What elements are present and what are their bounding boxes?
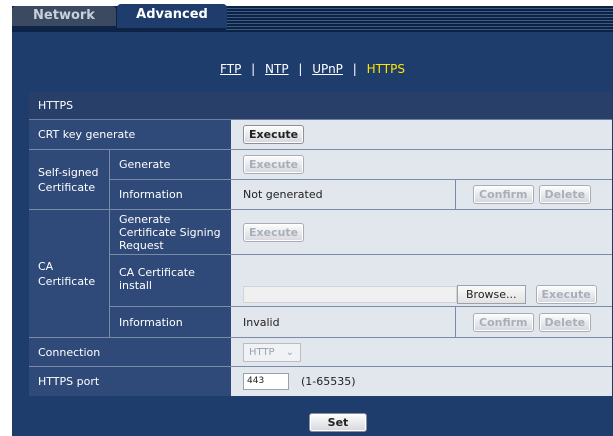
separator: | <box>352 62 357 76</box>
ca-info-row: Information Invalid Confirm Delete <box>109 307 612 337</box>
connection-selected-value: HTTP <box>249 346 275 358</box>
crt-key-label: CRT key generate <box>29 120 231 149</box>
section-title: HTTPS <box>29 92 612 120</box>
https-port-label: HTTPS port <box>29 367 231 396</box>
self-signed-info-label: Information <box>109 180 231 209</box>
self-signed-label: Self-signed Certificate <box>29 150 109 209</box>
ca-delete-button[interactable]: Delete <box>538 312 592 332</box>
ca-install-value: Browse... Execute <box>231 255 612 306</box>
https-port-value: 443 (1-65535) <box>231 367 612 396</box>
crt-key-value: Execute <box>231 120 612 149</box>
self-signed-generate-label: Generate <box>109 150 231 179</box>
chevron-down-icon: ⌄ <box>285 346 294 358</box>
tab-bar-decoration <box>226 6 613 32</box>
connection-label: Connection <box>29 338 231 366</box>
ca-install-controls: Browse... Execute <box>243 285 597 304</box>
browse-button[interactable]: Browse... <box>457 285 526 304</box>
row-crt-key: CRT key generate Execute <box>29 120 612 150</box>
https-port-range: (1-65535) <box>301 375 356 388</box>
ca-info-label: Information <box>109 307 231 337</box>
ca-csr-label: Generate Certificate Signing Request <box>109 210 231 254</box>
ca-install-label: CA Certificate install <box>109 255 231 306</box>
sub-navigation: FTP | NTP | UPnP | HTTPS <box>12 62 613 76</box>
ca-install-execute-button[interactable]: Execute <box>535 285 597 304</box>
row-connection: Connection HTTP ⌄ <box>29 338 612 367</box>
self-signed-info-value: Not generated <box>231 180 455 209</box>
link-https-active[interactable]: HTTPS <box>367 62 405 76</box>
self-signed-generate-value: Execute <box>231 150 612 179</box>
link-ntp[interactable]: NTP <box>265 62 289 76</box>
separator: | <box>251 62 256 76</box>
tab-network[interactable]: Network <box>12 6 116 26</box>
row-ca-certificate: CA Certificate Generate Certificate Sign… <box>29 210 612 338</box>
ca-certificate-label: CA Certificate <box>29 210 109 337</box>
self-signed-info-row: Information Not generated Confirm Delete <box>109 180 612 209</box>
https-settings-table: HTTPS CRT key generate Execute Self-sign… <box>29 92 612 396</box>
link-upnp[interactable]: UPnP <box>312 62 343 76</box>
ca-info-value: Invalid <box>231 307 455 337</box>
https-port-input[interactable]: 443 <box>243 373 289 390</box>
connection-value: HTTP ⌄ <box>231 338 612 366</box>
self-signed-info-actions: Confirm Delete <box>455 180 612 209</box>
ca-file-path-input[interactable] <box>243 286 457 303</box>
footer-bar: Set <box>29 408 612 436</box>
ca-info-actions: Confirm Delete <box>455 307 612 337</box>
link-ftp[interactable]: FTP <box>220 62 241 76</box>
row-self-signed: Self-signed Certificate Generate Execute… <box>29 150 612 210</box>
set-button[interactable]: Set <box>309 413 367 432</box>
ca-csr-value: Execute <box>231 210 612 254</box>
self-signed-generate-row: Generate Execute <box>109 150 612 180</box>
tab-advanced[interactable]: Advanced <box>117 4 227 28</box>
crt-execute-button[interactable]: Execute <box>243 125 305 144</box>
self-signed-confirm-button[interactable]: Confirm <box>473 185 534 204</box>
ca-confirm-button[interactable]: Confirm <box>473 312 534 332</box>
ca-install-row: CA Certificate install Browse... Execute <box>109 255 612 307</box>
ca-csr-row: Generate Certificate Signing Request Exe… <box>109 210 612 255</box>
ca-csr-execute-button[interactable]: Execute <box>243 222 305 242</box>
self-signed-execute-button[interactable]: Execute <box>243 155 305 174</box>
self-signed-delete-button[interactable]: Delete <box>538 185 592 204</box>
connection-select[interactable]: HTTP ⌄ <box>243 342 301 362</box>
row-https-port: HTTPS port 443 (1-65535) <box>29 367 612 396</box>
separator: | <box>298 62 303 76</box>
